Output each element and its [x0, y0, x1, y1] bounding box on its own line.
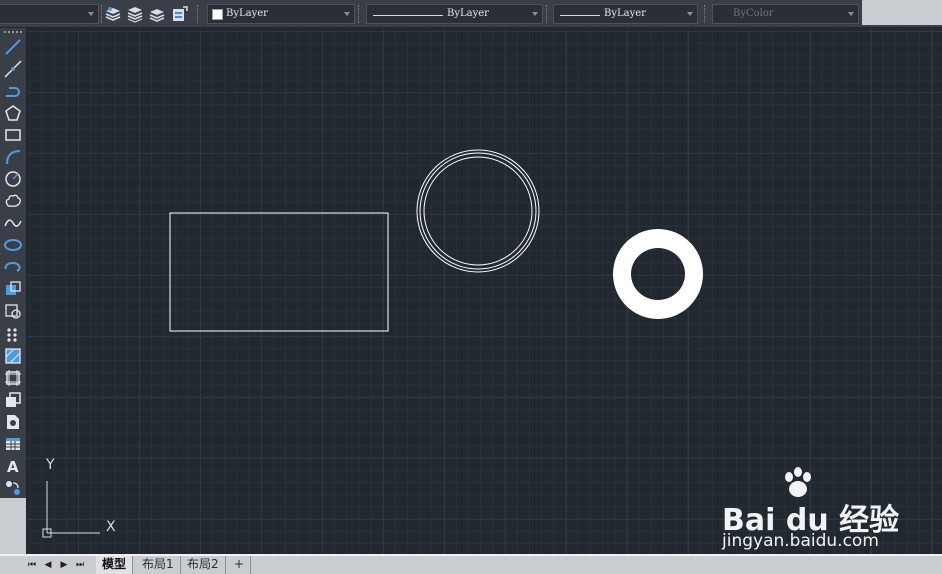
drawn-rectangle[interactable]: [169, 212, 389, 332]
ucs-icon: [42, 481, 100, 538]
make-block-icon[interactable]: [3, 301, 23, 321]
toolbar-empty-area: [0, 498, 26, 556]
chevron-down-icon: [848, 12, 854, 16]
toolbar-separator: [197, 5, 200, 23]
svg-text:A: A: [7, 458, 19, 476]
region-icon[interactable]: [3, 390, 23, 410]
tab-model[interactable]: 模型: [96, 556, 134, 574]
last-tab-icon[interactable]: ⏭: [74, 559, 86, 572]
chevron-down-icon: [88, 12, 94, 16]
spline-icon[interactable]: [3, 213, 23, 233]
ucs-x-label: X: [106, 519, 116, 535]
baidu-watermark: Bai du 经验 jingyan.baidu.com: [722, 467, 922, 553]
construction-line-icon[interactable]: [3, 59, 23, 79]
hatch-icon[interactable]: [3, 346, 23, 366]
layer-states-icon[interactable]: [126, 5, 144, 23]
point-icon[interactable]: [3, 325, 23, 345]
draw-toolbar: A: [0, 28, 27, 556]
drawn-concentric-circles[interactable]: [416, 149, 540, 273]
toolbar-grip[interactable]: [4, 31, 22, 36]
arc-icon[interactable]: [3, 147, 23, 167]
first-tab-icon[interactable]: ⏮: [26, 559, 38, 572]
ellipse-icon[interactable]: [3, 235, 23, 255]
toolbar-separator: [358, 5, 361, 23]
tab-add-layout[interactable]: +: [228, 556, 252, 574]
chevron-down-icon: [344, 12, 350, 16]
lineweight-combo-value: ByLayer: [604, 8, 646, 19]
ellipse-arc-icon[interactable]: [3, 257, 23, 277]
properties-toolbar: ByLayer ByLayer ByLayer ByColor: [0, 0, 942, 28]
circle-icon[interactable]: [3, 169, 23, 189]
drawn-donut[interactable]: [613, 229, 703, 319]
lineweight-sample: [560, 15, 600, 16]
drawing-canvas[interactable]: Y X Bai du 经验 jingyan.baidu.com: [27, 29, 942, 554]
layer-stack-icon[interactable]: [104, 5, 122, 23]
next-tab-icon[interactable]: ▶: [58, 559, 70, 572]
color-combo-value: ByLayer: [226, 8, 268, 19]
color-swatch: [212, 9, 223, 20]
rectangle-icon[interactable]: [3, 125, 23, 145]
color-combo[interactable]: ByLayer: [207, 4, 355, 24]
lineweight-combo[interactable]: ByLayer: [553, 4, 698, 24]
linetype-combo-value: ByLayer: [447, 8, 489, 19]
plotstyle-combo-value: ByColor: [733, 8, 774, 19]
polyline-icon[interactable]: [3, 81, 23, 101]
plotstyle-combo: ByColor: [712, 4, 859, 24]
table-icon[interactable]: [3, 412, 23, 432]
chevron-down-icon: [532, 12, 538, 16]
previous-tab-icon[interactable]: ◀: [42, 559, 54, 572]
watermark-url: jingyan.baidu.com: [722, 531, 879, 551]
toolbar-separator: [546, 5, 549, 23]
line-icon[interactable]: [3, 37, 23, 57]
layout-tab-bar: ⏮ ◀ ▶ ⏭ 模型 布局1 布局2 +: [0, 554, 942, 574]
chevron-down-icon: [687, 12, 693, 16]
layer-combo[interactable]: [0, 4, 99, 24]
tab-layout2[interactable]: 布局2: [181, 556, 226, 574]
ucs-y-label: Y: [46, 457, 55, 473]
layer-previous-icon[interactable]: [148, 5, 166, 23]
linetype-combo[interactable]: ByLayer: [366, 4, 543, 24]
tab-layout1[interactable]: 布局1: [136, 556, 181, 574]
add-selected-icon[interactable]: [3, 478, 23, 498]
toolbar-empty-area: [862, 0, 942, 25]
table-grid-icon[interactable]: [3, 434, 23, 454]
layer-properties-icon[interactable]: [171, 5, 189, 23]
linetype-sample: [373, 15, 443, 16]
multiline-text-icon[interactable]: A: [3, 456, 23, 476]
toolbar-separator: [704, 5, 707, 23]
insert-block-icon[interactable]: [3, 279, 23, 299]
polygon-icon[interactable]: [3, 103, 23, 123]
revision-cloud-icon[interactable]: [3, 191, 23, 211]
gradient-icon[interactable]: [3, 368, 23, 388]
